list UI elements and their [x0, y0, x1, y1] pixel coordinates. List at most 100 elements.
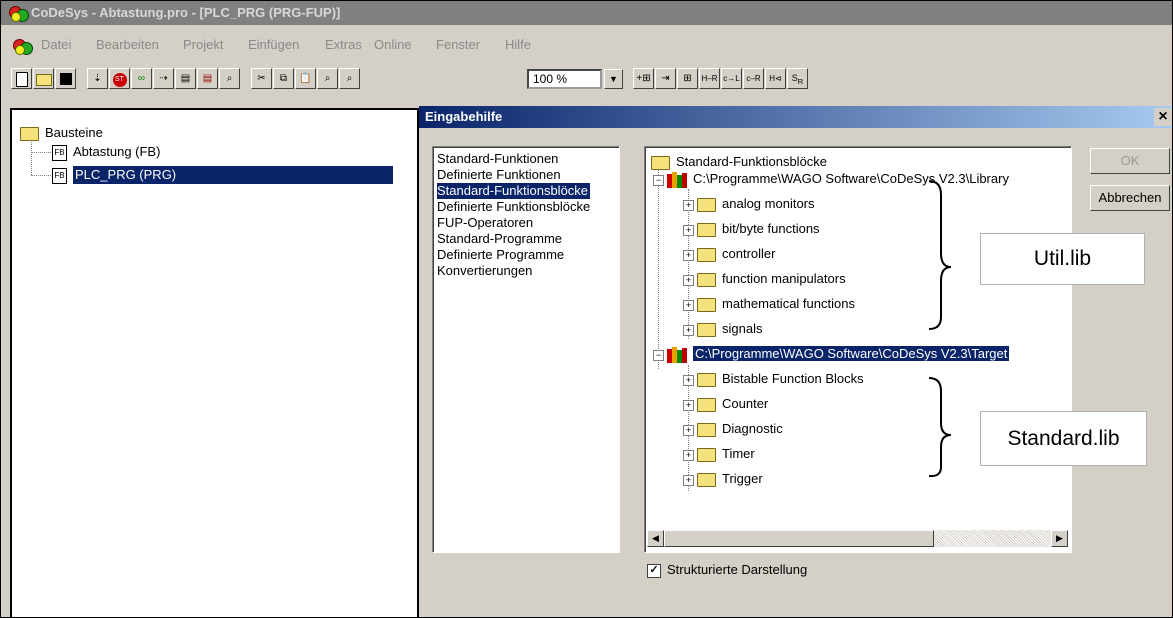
codesys-window: CoDeSys - Abtastung.pro - [PLC_PRG (PRG-… [0, 0, 1173, 618]
contact-icon[interactable]: H–R [699, 68, 720, 89]
expand-toggle[interactable]: + [683, 250, 694, 261]
stop-icon[interactable]: ST [109, 68, 130, 89]
tree-root-bausteine[interactable]: Bausteine [20, 124, 103, 142]
folder-node[interactable]: Diagnostic [697, 420, 783, 438]
folder-icon [697, 397, 716, 412]
folder-node[interactable]: Timer [697, 445, 755, 463]
find-icon[interactable]: ⌕ [219, 68, 240, 89]
step-icon[interactable]: ⇢ [153, 68, 174, 89]
close-icon[interactable]: × [1154, 108, 1172, 126]
zoom-select[interactable]: 100 % [527, 69, 602, 89]
scroll-left-icon[interactable]: ◀ [647, 530, 664, 547]
menu-online[interactable]: Online [374, 37, 412, 52]
function-block-icon: FB [52, 144, 67, 161]
menu-extras[interactable]: Extras [325, 37, 362, 52]
scroll-right-icon[interactable]: ▶ [1051, 530, 1068, 547]
paste-icon[interactable]: 📋 [295, 68, 316, 89]
util-brace [928, 180, 952, 330]
structured-view-checkbox[interactable]: ✓ [647, 564, 661, 578]
window-title: CoDeSys - Abtastung.pro - [PLC_PRG (PRG-… [31, 5, 341, 20]
set-reset-icon[interactable]: SR [787, 68, 808, 89]
scroll-thumb[interactable] [664, 530, 934, 547]
coil-icon[interactable]: c→L [721, 68, 742, 89]
menu-hilfe[interactable]: Hilfe [505, 37, 531, 52]
standard-lib-annotation: Standard.lib [980, 411, 1147, 466]
expand-toggle[interactable]: + [683, 375, 694, 386]
folder-icon [697, 247, 716, 262]
folder-node[interactable]: Bistable Function Blocks [697, 370, 864, 388]
folder-icon [697, 422, 716, 437]
folder-icon [697, 222, 716, 237]
folder-icon [651, 155, 670, 170]
library-books-icon [667, 171, 689, 188]
menu-projekt[interactable]: Projekt [183, 37, 223, 52]
folder-node[interactable]: bit/byte functions [697, 220, 820, 238]
replace-icon[interactable]: ⌕ [339, 68, 360, 89]
folder-label: mathematical functions [722, 296, 855, 311]
folder-node[interactable]: function manipulators [697, 270, 846, 288]
print-icon[interactable]: ▤ [175, 68, 196, 89]
category-item[interactable]: Definierte Programme [437, 247, 564, 263]
folder-icon [697, 472, 716, 487]
category-item[interactable]: Definierte Funktionen [437, 167, 561, 183]
folder-icon [697, 322, 716, 337]
dialog-title-bar: Eingabehilfe [419, 106, 1172, 128]
expand-toggle[interactable]: + [683, 300, 694, 311]
collapse-toggle[interactable]: − [653, 175, 664, 186]
category-item[interactable]: Konvertierungen [437, 263, 532, 279]
category-item[interactable]: Standard-Funktionsblöcke [437, 183, 591, 199]
open-folder-icon[interactable] [33, 68, 54, 89]
collapse-toggle[interactable]: − [653, 350, 664, 361]
menu-datei[interactable]: Datei [41, 37, 71, 52]
cut-icon[interactable]: ✂ [251, 68, 272, 89]
insert-input-icon[interactable]: ⇥ [655, 68, 676, 89]
horizontal-scrollbar[interactable]: ◀ ▶ [647, 530, 1068, 548]
expand-toggle[interactable]: + [683, 325, 694, 336]
menu-fenster[interactable]: Fenster [436, 37, 480, 52]
annotation-braces [928, 180, 952, 477]
category-list: Standard-Funktionen Definierte Funktione… [432, 146, 620, 553]
cancel-button[interactable]: Abbrechen [1090, 185, 1170, 211]
expand-toggle[interactable]: + [683, 225, 694, 236]
find-next-icon[interactable]: ⌕ [317, 68, 338, 89]
jump-icon[interactable]: H⊲ [765, 68, 786, 89]
copy-icon[interactable]: ⧉ [273, 68, 294, 89]
download-icon[interactable]: ⇣ [87, 68, 108, 89]
new-file-icon[interactable] [11, 68, 32, 89]
expand-toggle[interactable]: + [683, 275, 694, 286]
util-lib-annotation: Util.lib [980, 233, 1145, 285]
folder-node[interactable]: Counter [697, 395, 768, 413]
expand-toggle[interactable]: + [683, 425, 694, 436]
pou-item[interactable]: FB Abtastung (FB) [52, 143, 160, 161]
folder-node[interactable]: analog monitors [697, 195, 815, 213]
category-item[interactable]: Standard-Programme [437, 231, 562, 247]
expand-toggle[interactable]: + [683, 200, 694, 211]
chevron-down-icon[interactable]: ▼ [604, 69, 623, 89]
menu-einfuegen[interactable]: Einfügen [248, 37, 299, 52]
folder-node[interactable]: signals [697, 320, 762, 338]
tree-root-standard-funktionsbloecke[interactable]: Standard-Funktionsblöcke [651, 153, 827, 171]
folder-label: signals [722, 321, 763, 336]
category-item[interactable]: FUP-Operatoren [437, 215, 533, 231]
library-path: C:\Programme\WAGO Software\CoDeSys V2.3\… [693, 171, 1009, 186]
menu-bearbeiten[interactable]: Bearbeiten [96, 37, 159, 52]
expand-toggle[interactable]: + [683, 450, 694, 461]
document-icon[interactable] [13, 38, 33, 55]
folder-node[interactable]: Trigger [697, 470, 763, 488]
print-preview-icon[interactable]: ▤ [197, 68, 218, 89]
run-icon[interactable]: ∞ [131, 68, 152, 89]
negation-icon[interactable]: c–R [743, 68, 764, 89]
folder-node[interactable]: controller [697, 245, 775, 263]
expand-toggle[interactable]: + [683, 400, 694, 411]
insert-element-icon[interactable]: ⊞ [677, 68, 698, 89]
folder-node[interactable]: mathematical functions [697, 295, 855, 313]
function-block-icon: FB [52, 167, 67, 184]
category-item[interactable]: Definierte Funktionsblöcke [437, 199, 590, 215]
ok-button[interactable]: OK [1090, 148, 1170, 174]
insert-box-icon[interactable]: +⊞ [633, 68, 654, 89]
save-icon[interactable] [55, 68, 76, 89]
standard-brace [928, 377, 952, 477]
pou-item[interactable]: FB PLC_PRG (PRG) [52, 166, 412, 184]
category-item[interactable]: Standard-Funktionen [437, 151, 558, 167]
expand-toggle[interactable]: + [683, 475, 694, 486]
